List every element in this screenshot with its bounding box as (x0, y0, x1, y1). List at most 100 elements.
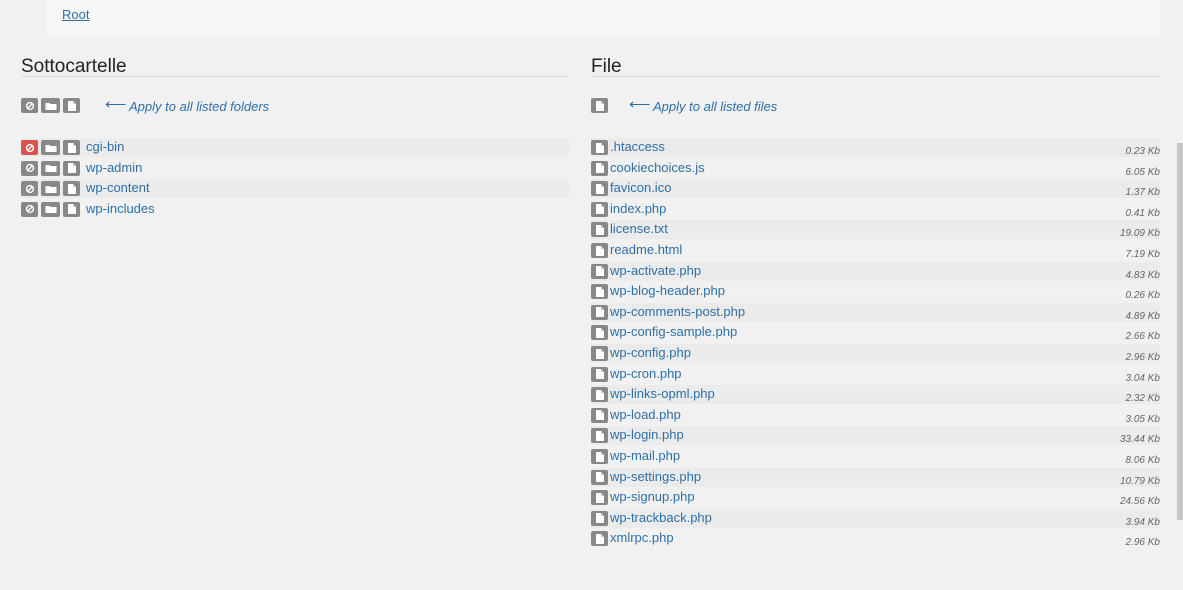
file-size: 1.37 Kb (1125, 187, 1160, 199)
file-icon (595, 307, 604, 318)
folder-files-button[interactable] (63, 181, 80, 197)
file-name-link[interactable]: readme.html (610, 242, 682, 257)
ban-icon (25, 143, 34, 152)
file-size: 2.32 Kb (1125, 393, 1160, 405)
file-row: index.php (591, 200, 1160, 219)
folder-name-link[interactable]: cgi-bin (86, 139, 124, 154)
file-icon (595, 472, 604, 483)
file-name-link[interactable]: wp-activate.php (610, 263, 701, 278)
folder-row: cgi-bin (21, 138, 569, 157)
folder-block-button[interactable] (21, 181, 38, 197)
apply-folders-block-button[interactable] (21, 98, 38, 113)
file-size: 2.96 Kb (1125, 537, 1160, 549)
file-action-button[interactable] (591, 449, 608, 464)
file-row: wp-settings.php (591, 467, 1160, 487)
file-row: readme.html (591, 241, 1160, 260)
file-name-link[interactable]: wp-load.php (610, 407, 681, 422)
file-size: 10.79 Kb (1119, 475, 1160, 487)
file-name-link[interactable]: wp-links-opml.php (610, 386, 715, 401)
file-name-link[interactable]: .htaccess (610, 139, 665, 154)
file-row: wp-signup.php (591, 488, 1160, 507)
file-action-button[interactable] (591, 222, 608, 238)
file-name-link[interactable]: wp-config-sample.php (610, 324, 737, 339)
file-name-link[interactable]: wp-cron.php (610, 366, 682, 381)
file-action-button[interactable] (591, 201, 608, 217)
file-row: .htaccess (591, 138, 1160, 157)
file-action-button[interactable] (591, 325, 608, 341)
folder-open-button[interactable] (41, 160, 60, 176)
file-icon (595, 513, 604, 524)
file-action-button[interactable] (591, 304, 608, 320)
folder-open-button[interactable] (41, 140, 60, 155)
file-size: 2.96 Kb (1125, 352, 1160, 363)
folder-name-link[interactable]: wp-content (86, 180, 150, 195)
folder-block-button[interactable] (21, 160, 38, 176)
file-name-link[interactable]: cookiechoices.js (610, 160, 705, 175)
file-icon (595, 286, 604, 297)
file-action-button[interactable] (591, 510, 608, 526)
file-name-link[interactable]: favicon.ico (610, 180, 671, 195)
file-name-link[interactable]: wp-comments-post.php (610, 304, 745, 319)
file-icon (595, 410, 604, 421)
folder-icon (45, 185, 56, 193)
file-action-button[interactable] (591, 387, 608, 403)
file-action-button[interactable] (591, 181, 608, 197)
folder-files-button[interactable] (63, 160, 80, 176)
file-name-link[interactable]: wp-settings.php (610, 469, 701, 484)
folder-name-link[interactable]: wp-admin (86, 160, 142, 175)
file-size: 3.04 Kb (1125, 372, 1160, 384)
apply-files-file-button[interactable] (591, 98, 608, 113)
folder-files-button[interactable] (63, 201, 80, 217)
folder-block-button[interactable] (21, 140, 38, 155)
apply-folders-folder-button[interactable] (41, 98, 60, 113)
ban-icon (25, 163, 34, 173)
file-action-button[interactable] (591, 346, 608, 361)
apply-folders-file-button[interactable] (63, 98, 80, 113)
file-name-link[interactable]: xmlrpc.php (610, 530, 674, 545)
folder-files-button[interactable] (63, 140, 80, 155)
file-action-button[interactable] (591, 531, 608, 547)
folder-name-link[interactable]: wp-includes (86, 201, 155, 216)
file-size: 2.66 Kb (1125, 331, 1160, 343)
file-name-link[interactable]: wp-mail.php (610, 448, 680, 463)
folder-block-button[interactable] (21, 201, 38, 217)
file-name-link[interactable]: wp-blog-header.php (610, 283, 725, 298)
file-name-link[interactable]: wp-config.php (610, 345, 691, 360)
file-action-button[interactable] (591, 428, 608, 444)
file-action-button[interactable] (591, 469, 608, 485)
file-size: 0.41 Kb (1125, 207, 1160, 219)
breadcrumb-root-link[interactable]: Root (62, 7, 89, 22)
file-name-link[interactable]: index.php (610, 201, 666, 216)
file-action-button[interactable] (591, 263, 608, 279)
file-icon (595, 183, 604, 194)
folder-open-button[interactable] (41, 181, 60, 197)
folder-row: wp-content (21, 179, 569, 199)
file-action-button[interactable] (591, 140, 608, 155)
file-size: 8.06 Kb (1125, 455, 1160, 466)
file-size: 24.56 Kb (1119, 496, 1160, 508)
file-name-link[interactable]: wp-login.php (610, 427, 684, 442)
file-name-link[interactable]: wp-trackback.php (610, 510, 712, 525)
file-row: wp-config-sample.php (591, 323, 1160, 342)
file-row: wp-links-opml.php (591, 385, 1160, 405)
file-name-link[interactable]: license.txt (610, 221, 668, 236)
file-icon (67, 204, 76, 215)
folder-open-button[interactable] (41, 201, 60, 217)
file-action-button[interactable] (591, 284, 608, 300)
file-size: 0.23 Kb (1125, 146, 1160, 157)
file-action-button[interactable] (591, 366, 608, 382)
file-size: 7.19 Kb (1125, 249, 1160, 260)
scrollbar[interactable] (1177, 143, 1183, 520)
file-icon (595, 245, 604, 256)
file-action-button[interactable] (591, 490, 608, 506)
file-action-button[interactable] (591, 407, 608, 423)
file-row: wp-comments-post.php (591, 302, 1160, 322)
file-action-button[interactable] (591, 243, 608, 258)
file-name-link[interactable]: wp-signup.php (610, 489, 695, 504)
file-action-button[interactable] (591, 160, 608, 176)
file-icon (67, 183, 76, 194)
file-icon (595, 266, 604, 277)
ban-icon (25, 101, 34, 110)
file-row: wp-load.php (591, 406, 1160, 425)
files-divider (591, 76, 1160, 77)
